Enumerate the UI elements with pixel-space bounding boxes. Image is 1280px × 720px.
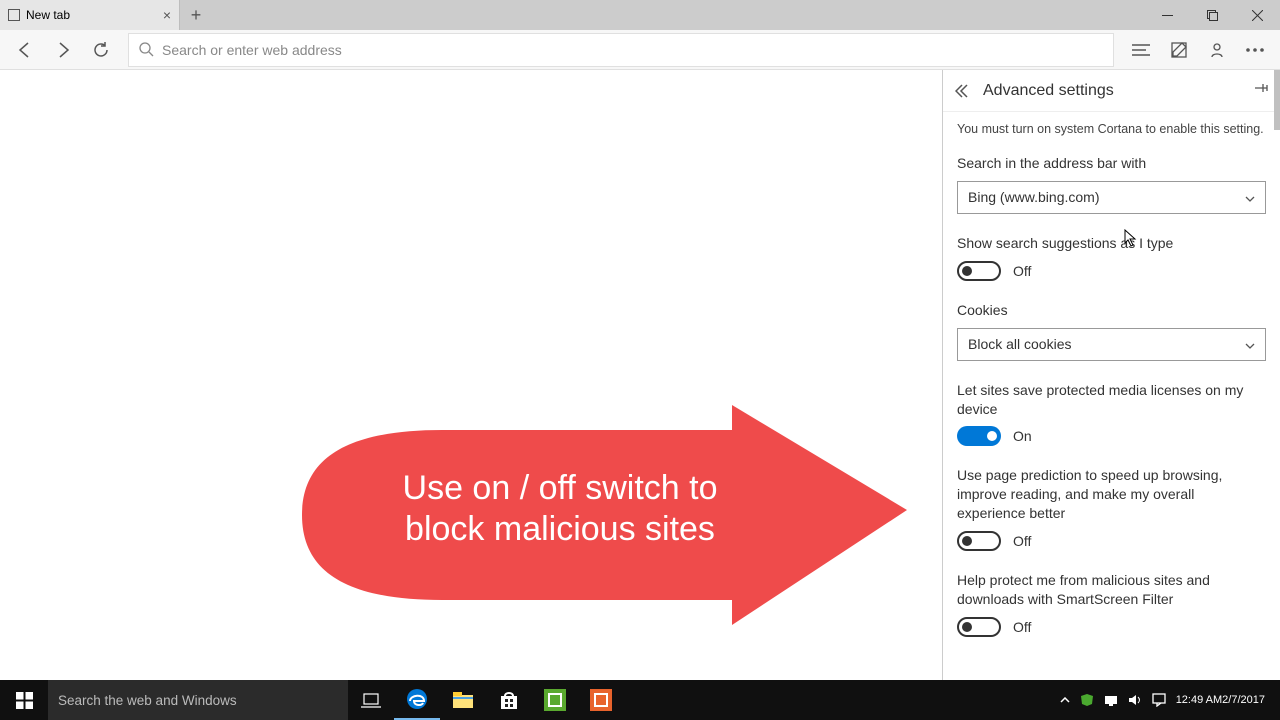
tray-overflow-button[interactable]	[1055, 680, 1075, 720]
taskbar-clock[interactable]: 12:49 AM 2/7/2017	[1171, 680, 1270, 720]
refresh-button[interactable]	[84, 33, 118, 67]
media-licenses-state: On	[1013, 428, 1032, 444]
titlebar: New tab × +	[0, 0, 1280, 30]
maximize-button[interactable]	[1190, 0, 1235, 30]
task-view-button[interactable]	[348, 680, 394, 720]
panel-back-button[interactable]	[955, 84, 975, 98]
page-prediction-label: Use page prediction to speed up browsing…	[957, 466, 1266, 523]
suggestions-label: Show search suggestions as I type	[957, 234, 1266, 253]
close-window-button[interactable]	[1235, 0, 1280, 30]
new-tab-button[interactable]: +	[180, 0, 212, 30]
chevron-down-icon	[1245, 189, 1255, 205]
suggestions-state: Off	[1013, 263, 1031, 279]
search-engine-dropdown[interactable]: Bing (www.bing.com)	[957, 181, 1266, 214]
show-desktop-button[interactable]	[1270, 680, 1280, 720]
tray-volume-icon[interactable]	[1123, 680, 1147, 720]
hub-button[interactable]	[1124, 33, 1158, 67]
page-prediction-state: Off	[1013, 533, 1031, 549]
back-button[interactable]	[8, 33, 42, 67]
taskbar-search[interactable]: Search the web and Windows	[48, 680, 348, 720]
address-input[interactable]	[162, 42, 1103, 58]
file-explorer-icon[interactable]	[440, 680, 486, 720]
tray-security-icon[interactable]	[1075, 680, 1099, 720]
edge-app-icon[interactable]	[394, 680, 440, 720]
panel-scrollbar[interactable]	[1272, 70, 1280, 680]
app-icon-green[interactable]	[532, 680, 578, 720]
smartscreen-label: Help protect me from malicious sites and…	[957, 571, 1266, 609]
share-button[interactable]	[1200, 33, 1234, 67]
panel-title: Advanced settings	[983, 82, 1114, 100]
minimize-button[interactable]	[1145, 0, 1190, 30]
store-icon[interactable]	[486, 680, 532, 720]
advanced-settings-panel: Advanced settings You must turn on syste…	[942, 70, 1280, 680]
browser-tab[interactable]: New tab ×	[0, 0, 180, 30]
tray-action-center-icon[interactable]	[1147, 680, 1171, 720]
search-engine-label: Search in the address bar with	[957, 154, 1266, 173]
more-button[interactable]	[1238, 33, 1272, 67]
close-tab-button[interactable]: ×	[163, 7, 171, 23]
media-licenses-toggle[interactable]	[957, 426, 1001, 446]
cookies-label: Cookies	[957, 301, 1266, 320]
cookies-dropdown[interactable]: Block all cookies	[957, 328, 1266, 361]
smartscreen-state: Off	[1013, 619, 1031, 635]
page-prediction-toggle[interactable]	[957, 531, 1001, 551]
suggestions-toggle[interactable]	[957, 261, 1001, 281]
tray-network-icon[interactable]	[1099, 680, 1123, 720]
page-icon	[8, 9, 20, 21]
webnote-button[interactable]	[1162, 33, 1196, 67]
chevron-down-icon	[1245, 336, 1255, 352]
navbar	[0, 30, 1280, 70]
forward-button[interactable]	[46, 33, 80, 67]
window-controls	[1145, 0, 1280, 30]
media-licenses-label: Let sites save protected media licenses …	[957, 381, 1266, 419]
tab-title: New tab	[26, 8, 70, 22]
cortana-note: You must turn on system Cortana to enabl…	[957, 122, 1266, 136]
start-button[interactable]	[0, 680, 48, 720]
address-bar[interactable]	[128, 33, 1114, 67]
taskbar: Search the web and Windows 12:49 AM 2/7/…	[0, 680, 1280, 720]
smartscreen-toggle[interactable]	[957, 617, 1001, 637]
app-icon-orange[interactable]	[578, 680, 624, 720]
panel-pin-button[interactable]	[1254, 81, 1268, 100]
search-icon	[139, 42, 154, 57]
